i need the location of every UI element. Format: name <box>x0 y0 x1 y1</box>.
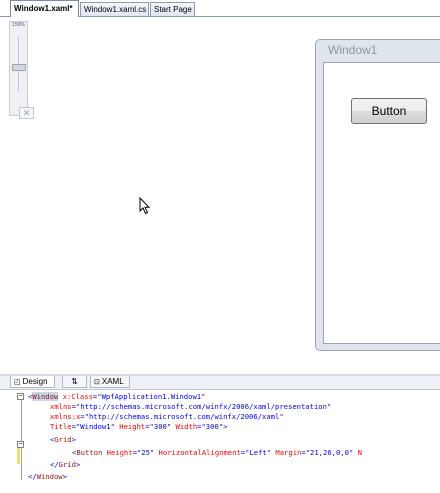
design-icon: ◰ <box>14 379 21 386</box>
zoom-slider-thumb[interactable] <box>12 64 26 71</box>
xaml-tab-label: XAML <box>101 377 124 386</box>
xaml-view-tab[interactable]: ⊡ XAML <box>90 376 130 388</box>
code-line-1: <Window x:Class="WpfApplication1.Window1… <box>28 392 206 401</box>
view-tab-strip: ◰ Design ⇅ ⊡ XAML <box>0 376 440 390</box>
code-line-3: xmlns:x="http://schemas.microsoft.com/wi… <box>50 412 284 421</box>
swap-icon: ⇅ <box>71 377 78 386</box>
swap-panes-button[interactable]: ⇅ <box>62 376 87 388</box>
design-tab-label: Design <box>22 377 48 386</box>
code-line-5: <Grid> <box>50 435 76 444</box>
code-line-2: xmlns="http://schemas.microsoft.com/winf… <box>50 402 332 411</box>
tab-window1-xaml[interactable]: Window1.xaml* <box>10 0 79 17</box>
design-surface[interactable]: 150% ✕ Window1 Button <box>0 17 440 374</box>
change-marker <box>17 446 20 464</box>
document-tab-strip: Window1.xaml* Window1.xaml.cs Start Page <box>0 0 440 17</box>
wpf-window-preview[interactable]: Window1 Button <box>315 39 440 351</box>
window-client-area[interactable]: Button <box>323 62 440 344</box>
design-view-tab[interactable]: ◰ Design <box>10 376 55 388</box>
collapse-grid-icon[interactable]: − <box>17 441 24 448</box>
window-title: Window1 <box>328 43 378 57</box>
code-line-6: <Button Height="25" HorizontalAlignment=… <box>72 448 362 457</box>
zoom-level-label: 150% <box>12 22 25 28</box>
code-line-4: Title="Window1" Height="300" Width="300"… <box>50 422 228 431</box>
xaml-icon: ⊡ <box>94 379 100 386</box>
zoom-to-fit-button[interactable]: ✕ <box>19 107 34 119</box>
code-line-7: </Grid> <box>50 460 81 469</box>
preview-button[interactable]: Button <box>351 98 427 124</box>
xaml-editor[interactable]: − − <Window x:Class="WpfApplication1.Win… <box>0 390 440 493</box>
code-line-8: </Window> <box>28 472 67 481</box>
fit-icon: ✕ <box>22 108 31 118</box>
mouse-cursor-icon <box>139 197 151 215</box>
outline-gutter <box>21 394 22 480</box>
collapse-window-icon[interactable]: − <box>17 393 24 400</box>
tab-window1-xaml-cs[interactable]: Window1.xaml.cs <box>80 2 149 16</box>
tab-start-page[interactable]: Start Page <box>150 2 195 16</box>
zoom-control: 150% ✕ <box>9 21 34 119</box>
